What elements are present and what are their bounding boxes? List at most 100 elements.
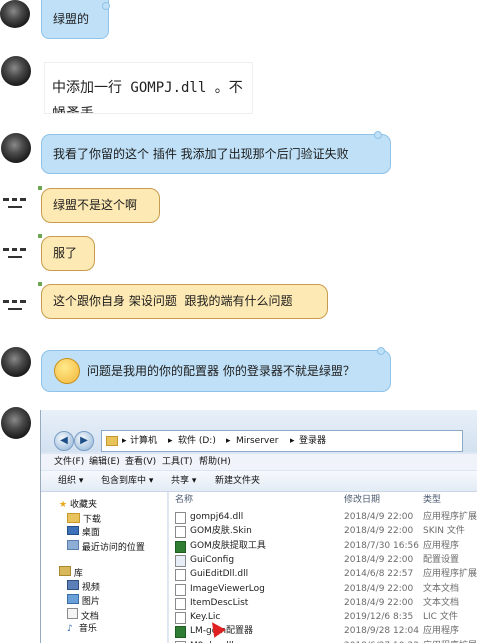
breadcrumb-mirserver[interactable]: Mirserver xyxy=(236,431,278,451)
videos-icon xyxy=(67,580,79,590)
toolbar: 组织 ▾ 包含到库中 ▾ 共享 ▾ 新建文件夹 xyxy=(41,471,477,492)
file-icon xyxy=(175,554,186,567)
share-button[interactable]: 共享 ▾ xyxy=(171,471,196,491)
file-row[interactable]: gompj64.dll 2018/4/9 22:00 应用程序扩展 xyxy=(169,511,477,524)
nav-libraries[interactable]: 库 xyxy=(59,566,83,580)
chat-message-text-overflow: 蝇蚤丢 xyxy=(52,106,94,114)
avatar[interactable] xyxy=(0,0,30,28)
pictures-icon xyxy=(67,594,79,604)
chat-bubble: 我看了你留的这个 插件 我添加了出现那个后门验证失败 xyxy=(41,134,391,174)
menu-view[interactable]: 查看(V) xyxy=(125,454,156,470)
file-date: 2019/12/6 8:35 xyxy=(344,612,414,623)
bubble-decoration xyxy=(38,282,42,286)
chat-bubble: 服了 xyxy=(41,236,95,271)
include-library-button[interactable]: 包含到库中 ▾ xyxy=(101,471,153,491)
file-name: GOM皮肤提取工具 xyxy=(190,540,266,551)
menu-tools[interactable]: 工具(T) xyxy=(162,454,193,470)
avatar[interactable] xyxy=(0,236,30,264)
file-row[interactable]: GuiConfig 2018/4/9 22:00 配置设置 xyxy=(169,554,477,567)
file-type: 文本文档 xyxy=(423,597,460,608)
breadcrumb-computer[interactable]: 计算机 xyxy=(130,431,157,451)
new-folder-button[interactable]: 新建文件夹 xyxy=(215,471,260,491)
file-name: gompj64.dll xyxy=(190,512,244,522)
avatar[interactable] xyxy=(0,288,30,316)
file-name: GuiConfig xyxy=(190,554,235,565)
nav-music[interactable]: ♪ 音乐 xyxy=(67,622,97,636)
chat-message-text: 这个跟你自身 架设问题 跟我的端有什么问题 xyxy=(53,294,293,308)
back-button[interactable]: ◀ xyxy=(54,431,74,451)
file-row[interactable]: ImageViewerLog 2018/4/9 22:00 文本文档 xyxy=(169,583,477,596)
organize-button[interactable]: 组织 ▾ xyxy=(58,471,83,491)
nav-pictures[interactable]: 图片 xyxy=(67,594,100,608)
file-explorer-screenshot: ◀ ▶ ▸ 计算机 ▸ 软件 (D:) ▸ Mirserver ▸ 登录器 文件… xyxy=(40,410,477,643)
chat-message-text: 绿盟不是这个啊 xyxy=(53,198,138,212)
file-type: 应用程序扩展 xyxy=(423,569,477,580)
file-icon xyxy=(175,583,186,596)
file-date: 2018/9/28 12:04 xyxy=(344,626,419,637)
column-header-name[interactable]: 名称 xyxy=(175,492,193,508)
file-date: 2018/4/9 22:00 xyxy=(344,526,414,537)
column-header-type[interactable]: 类型 xyxy=(423,492,441,508)
file-name: GOM皮肤.Skin xyxy=(190,526,252,537)
menu-help[interactable]: 帮助(H) xyxy=(199,454,231,470)
chat-message-text: 服了 xyxy=(53,246,78,260)
file-icon xyxy=(175,569,186,582)
file-date: 2018/4/9 22:00 xyxy=(344,583,414,594)
file-row[interactable]: GOM皮肤提取工具 2018/7/30 16:56 应用程序 xyxy=(169,540,477,553)
chat-bubble: 绿盟的 xyxy=(41,0,109,39)
file-date: 2018/4/9 22:00 xyxy=(344,512,414,522)
file-type: LIC 文件 xyxy=(423,612,458,623)
file-row[interactable]: GOM皮肤.Skin 2018/4/9 22:00 SKIN 文件 xyxy=(169,525,477,539)
file-icon xyxy=(175,540,186,553)
nav-desktop[interactable]: 桌面 xyxy=(67,526,100,540)
bubble-decoration xyxy=(38,234,42,238)
file-row[interactable]: GuiEditDll.dll 2014/6/8 22:57 应用程序扩展 xyxy=(169,568,477,582)
documents-icon xyxy=(67,608,78,619)
file-date: 2018/7/30 16:56 xyxy=(344,540,419,551)
bubble-decoration xyxy=(38,186,42,190)
navigation-pane: ★ 收藏夹 下载 桌面 最近访问的位置 库 视频 图片 文档 ♪ 音乐 xyxy=(41,492,167,643)
recent-places-icon xyxy=(67,540,79,550)
breadcrumb-drive[interactable]: 软件 (D:) xyxy=(178,431,216,451)
smiley-emoji-icon xyxy=(54,358,80,384)
nav-videos[interactable]: 视频 xyxy=(67,580,100,594)
bubble-decoration xyxy=(377,347,385,355)
file-date: 2014/6/8 22:57 xyxy=(344,569,414,580)
file-type: 应用程序 xyxy=(423,540,460,551)
avatar[interactable] xyxy=(1,407,31,439)
file-type: 应用程序 xyxy=(423,626,460,637)
desktop-icon xyxy=(67,526,79,535)
menu-edit[interactable]: 编辑(E) xyxy=(89,454,120,470)
chat-message-text: 我看了你留的这个 插件 我添加了出现那个后门验证失败 xyxy=(53,147,349,161)
file-name: ImageViewerLog xyxy=(190,583,265,594)
avatar[interactable] xyxy=(1,56,31,86)
chat-message-text: 绿盟的 xyxy=(53,12,90,26)
music-icon: ♪ xyxy=(67,624,73,634)
chat-bubble: 问题是我用的你的配置器 你的登录器不就是绿盟？ xyxy=(41,350,391,392)
star-icon: ★ xyxy=(59,500,68,510)
address-box[interactable]: ▸ 计算机 ▸ 软件 (D:) ▸ Mirserver ▸ 登录器 xyxy=(101,430,463,452)
avatar[interactable] xyxy=(1,347,31,377)
nav-recent[interactable]: 最近访问的位置 xyxy=(67,540,145,554)
nav-downloads[interactable]: 下载 xyxy=(67,512,101,526)
library-icon xyxy=(59,566,71,576)
file-type: SKIN 文件 xyxy=(423,526,465,537)
file-type: 配置设置 xyxy=(423,554,460,565)
file-row[interactable]: ItemDescList 2018/4/9 22:00 文本文档 xyxy=(169,597,477,610)
avatar[interactable] xyxy=(1,133,31,163)
nav-documents[interactable]: 文档 xyxy=(67,608,99,622)
menu-file[interactable]: 文件(F) xyxy=(54,454,84,470)
nav-favorites[interactable]: ★ 收藏夹 xyxy=(59,498,97,512)
file-type: 应用程序扩展 xyxy=(423,512,477,522)
breadcrumb-current[interactable]: 登录器 xyxy=(299,431,326,451)
file-icon xyxy=(175,612,186,625)
forward-button[interactable]: ▶ xyxy=(74,431,94,451)
chat-message-image-text: 中添加一行 GOMPJ.dll 。不 蝇蚤丢 xyxy=(44,62,253,114)
folder-icon xyxy=(106,436,118,446)
avatar[interactable] xyxy=(0,186,30,214)
column-header-date[interactable]: 修改日期 xyxy=(344,492,380,508)
file-icon xyxy=(175,526,186,539)
chat-message-text: 中添加一行 GOMPJ.dll 。不 xyxy=(52,80,243,96)
downloads-folder-icon xyxy=(67,513,80,523)
file-name: ItemDescList xyxy=(190,597,249,608)
